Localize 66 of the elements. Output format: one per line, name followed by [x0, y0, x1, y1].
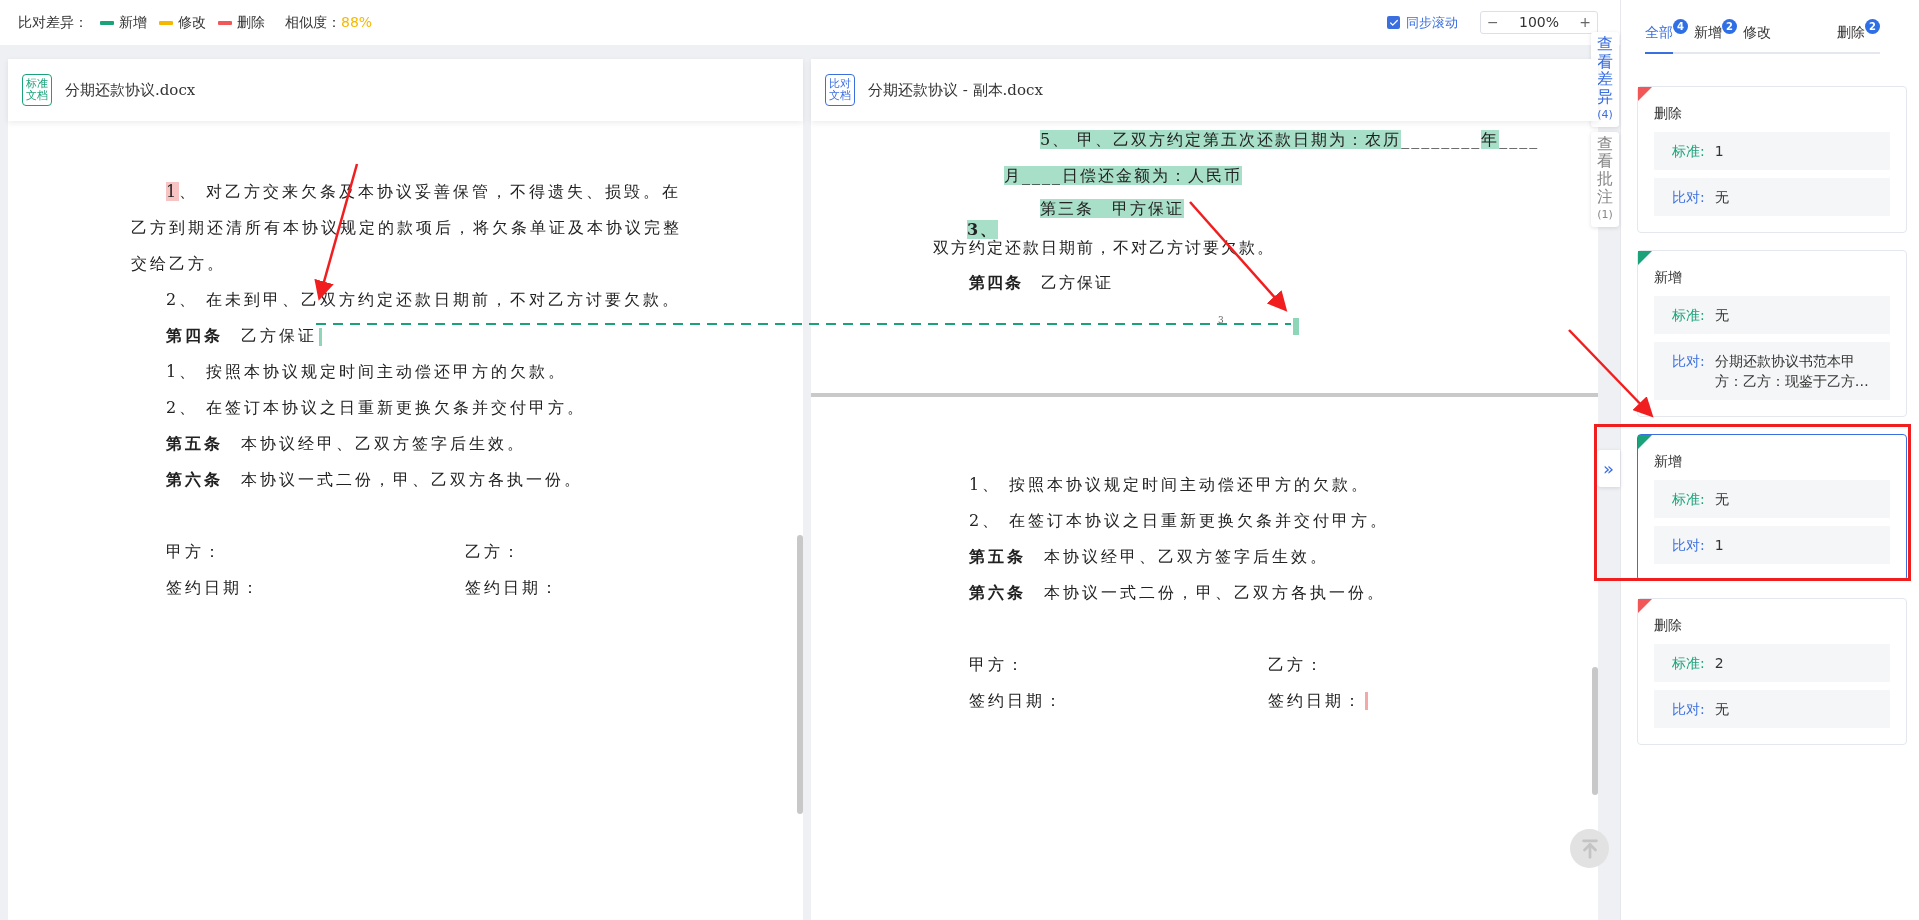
card-row: 标准: 2 [1654, 644, 1890, 682]
clause-text: 第五条 本协议经甲、乙双方签字后生效。 [165, 433, 527, 455]
difference-card[interactable]: 删除 标准: 2 比对: 无 [1637, 598, 1907, 745]
document-badge: 标准 文档 [22, 74, 52, 106]
scrollbar-thumb[interactable] [797, 535, 803, 814]
clause-text: 第四条 乙方保证 [131, 318, 688, 354]
card-row: 比对: 1 [1654, 526, 1890, 564]
clause-text: 第六条 本协议一式二份，甲、乙双方各执一份。 [165, 469, 584, 491]
card-title: 删除 [1654, 616, 1682, 635]
legend-label: 修改 [178, 13, 206, 32]
legend-label: 新增 [119, 13, 147, 32]
zoom-out-button[interactable]: − [1487, 12, 1499, 33]
filter-tab[interactable]: 新增 [1694, 22, 1722, 54]
page-number: 3 [1218, 315, 1226, 325]
corner-flag [1638, 251, 1652, 265]
scrollbar-thumb[interactable] [1592, 667, 1598, 795]
clause-text: 第五条 本协议经甲、乙双方签字后生效。 [969, 546, 1330, 568]
file-name: 分期还款协议 - 副本.docx [868, 79, 1043, 101]
paragraph: 2、 在签订本协议之日重新更换欠条并交付甲方。 [165, 397, 588, 419]
legend-title: 比对差异： [18, 13, 88, 32]
card-row: 标准: 无 [1654, 296, 1890, 334]
clause-text: 第四条 乙方保证 [969, 273, 1113, 292]
signature-label: 甲方： [969, 654, 1026, 676]
card-row: 标准: 无 [1654, 480, 1890, 518]
filter-tab[interactable]: 删除 [1837, 22, 1865, 54]
file-name: 分期还款协议.docx [65, 79, 196, 101]
signature-label: 签约日期： [465, 577, 560, 599]
count-badge: 2 [1865, 19, 1880, 34]
legend-label: 删除 [237, 13, 265, 32]
card-title: 新增 [1654, 452, 1682, 471]
card-row: 比对: 分期还款协议书范本甲方：乙方：现鉴于乙方… [1654, 342, 1890, 400]
paragraph: 2、 在签订本协议之日重新更换欠条并交付甲方。 [969, 510, 1391, 532]
check-icon [1388, 17, 1399, 28]
zoom-in-button[interactable]: + [1579, 12, 1591, 33]
sync-scroll-checkbox[interactable]: 同步滚动 [1387, 12, 1458, 33]
count-badge: 2 [1722, 19, 1737, 34]
card-row: 标准: 1 [1654, 132, 1890, 170]
signature-label: 签约日期： [166, 577, 261, 599]
card-row: 比对: 无 [1654, 690, 1890, 728]
count-badge: 4 [1673, 19, 1688, 34]
zoom-value: 100% [1519, 13, 1559, 32]
clause-text: 第六条 本协议一式二份，甲、乙双方各执一份。 [969, 582, 1387, 604]
card-row: 比对: 无 [1654, 178, 1890, 216]
corner-flag [1638, 435, 1652, 449]
side-tab[interactable]: 查看批注 (1) [1591, 131, 1619, 227]
paragraph: 1、 按照本协议规定时间主动偿还甲方的欠款。 [165, 361, 569, 383]
difference-card[interactable]: 新增 标准: 无 比对: 分期还款协议书范本甲方：乙方：现鉴于乙方… [1637, 250, 1907, 417]
card-title: 删除 [1654, 104, 1682, 123]
signature-label: 乙方： [1268, 654, 1325, 676]
signature-label: 乙方： [465, 541, 522, 563]
signature-label: 签约日期： [1268, 690, 1363, 712]
card-title: 新增 [1654, 268, 1682, 287]
difference-card[interactable]: 删除 标准: 1 比对: 无 [1637, 86, 1907, 233]
corner-flag [1638, 87, 1652, 101]
signature-label: 签约日期： [969, 690, 1064, 712]
filter-tab[interactable]: 全部 [1645, 22, 1673, 54]
filter-tab[interactable]: 修改 [1743, 22, 1771, 54]
diff-line: 5、 甲、乙双方约定第五次还款日期为：农历________年____ [1040, 130, 1540, 149]
paragraph: 1、 按照本协议规定时间主动偿还甲方的欠款。 [969, 474, 1372, 496]
difference-card[interactable]: 新增 标准: 无 比对: 1 [1637, 434, 1907, 581]
document-badge: 比对 文档 [825, 74, 855, 106]
corner-flag [1638, 599, 1652, 613]
signature-label: 甲方： [166, 541, 223, 563]
similarity-label: 相似度： [285, 13, 341, 32]
expand-button[interactable]: » [1597, 450, 1620, 487]
similarity-value: 88% [341, 13, 373, 32]
